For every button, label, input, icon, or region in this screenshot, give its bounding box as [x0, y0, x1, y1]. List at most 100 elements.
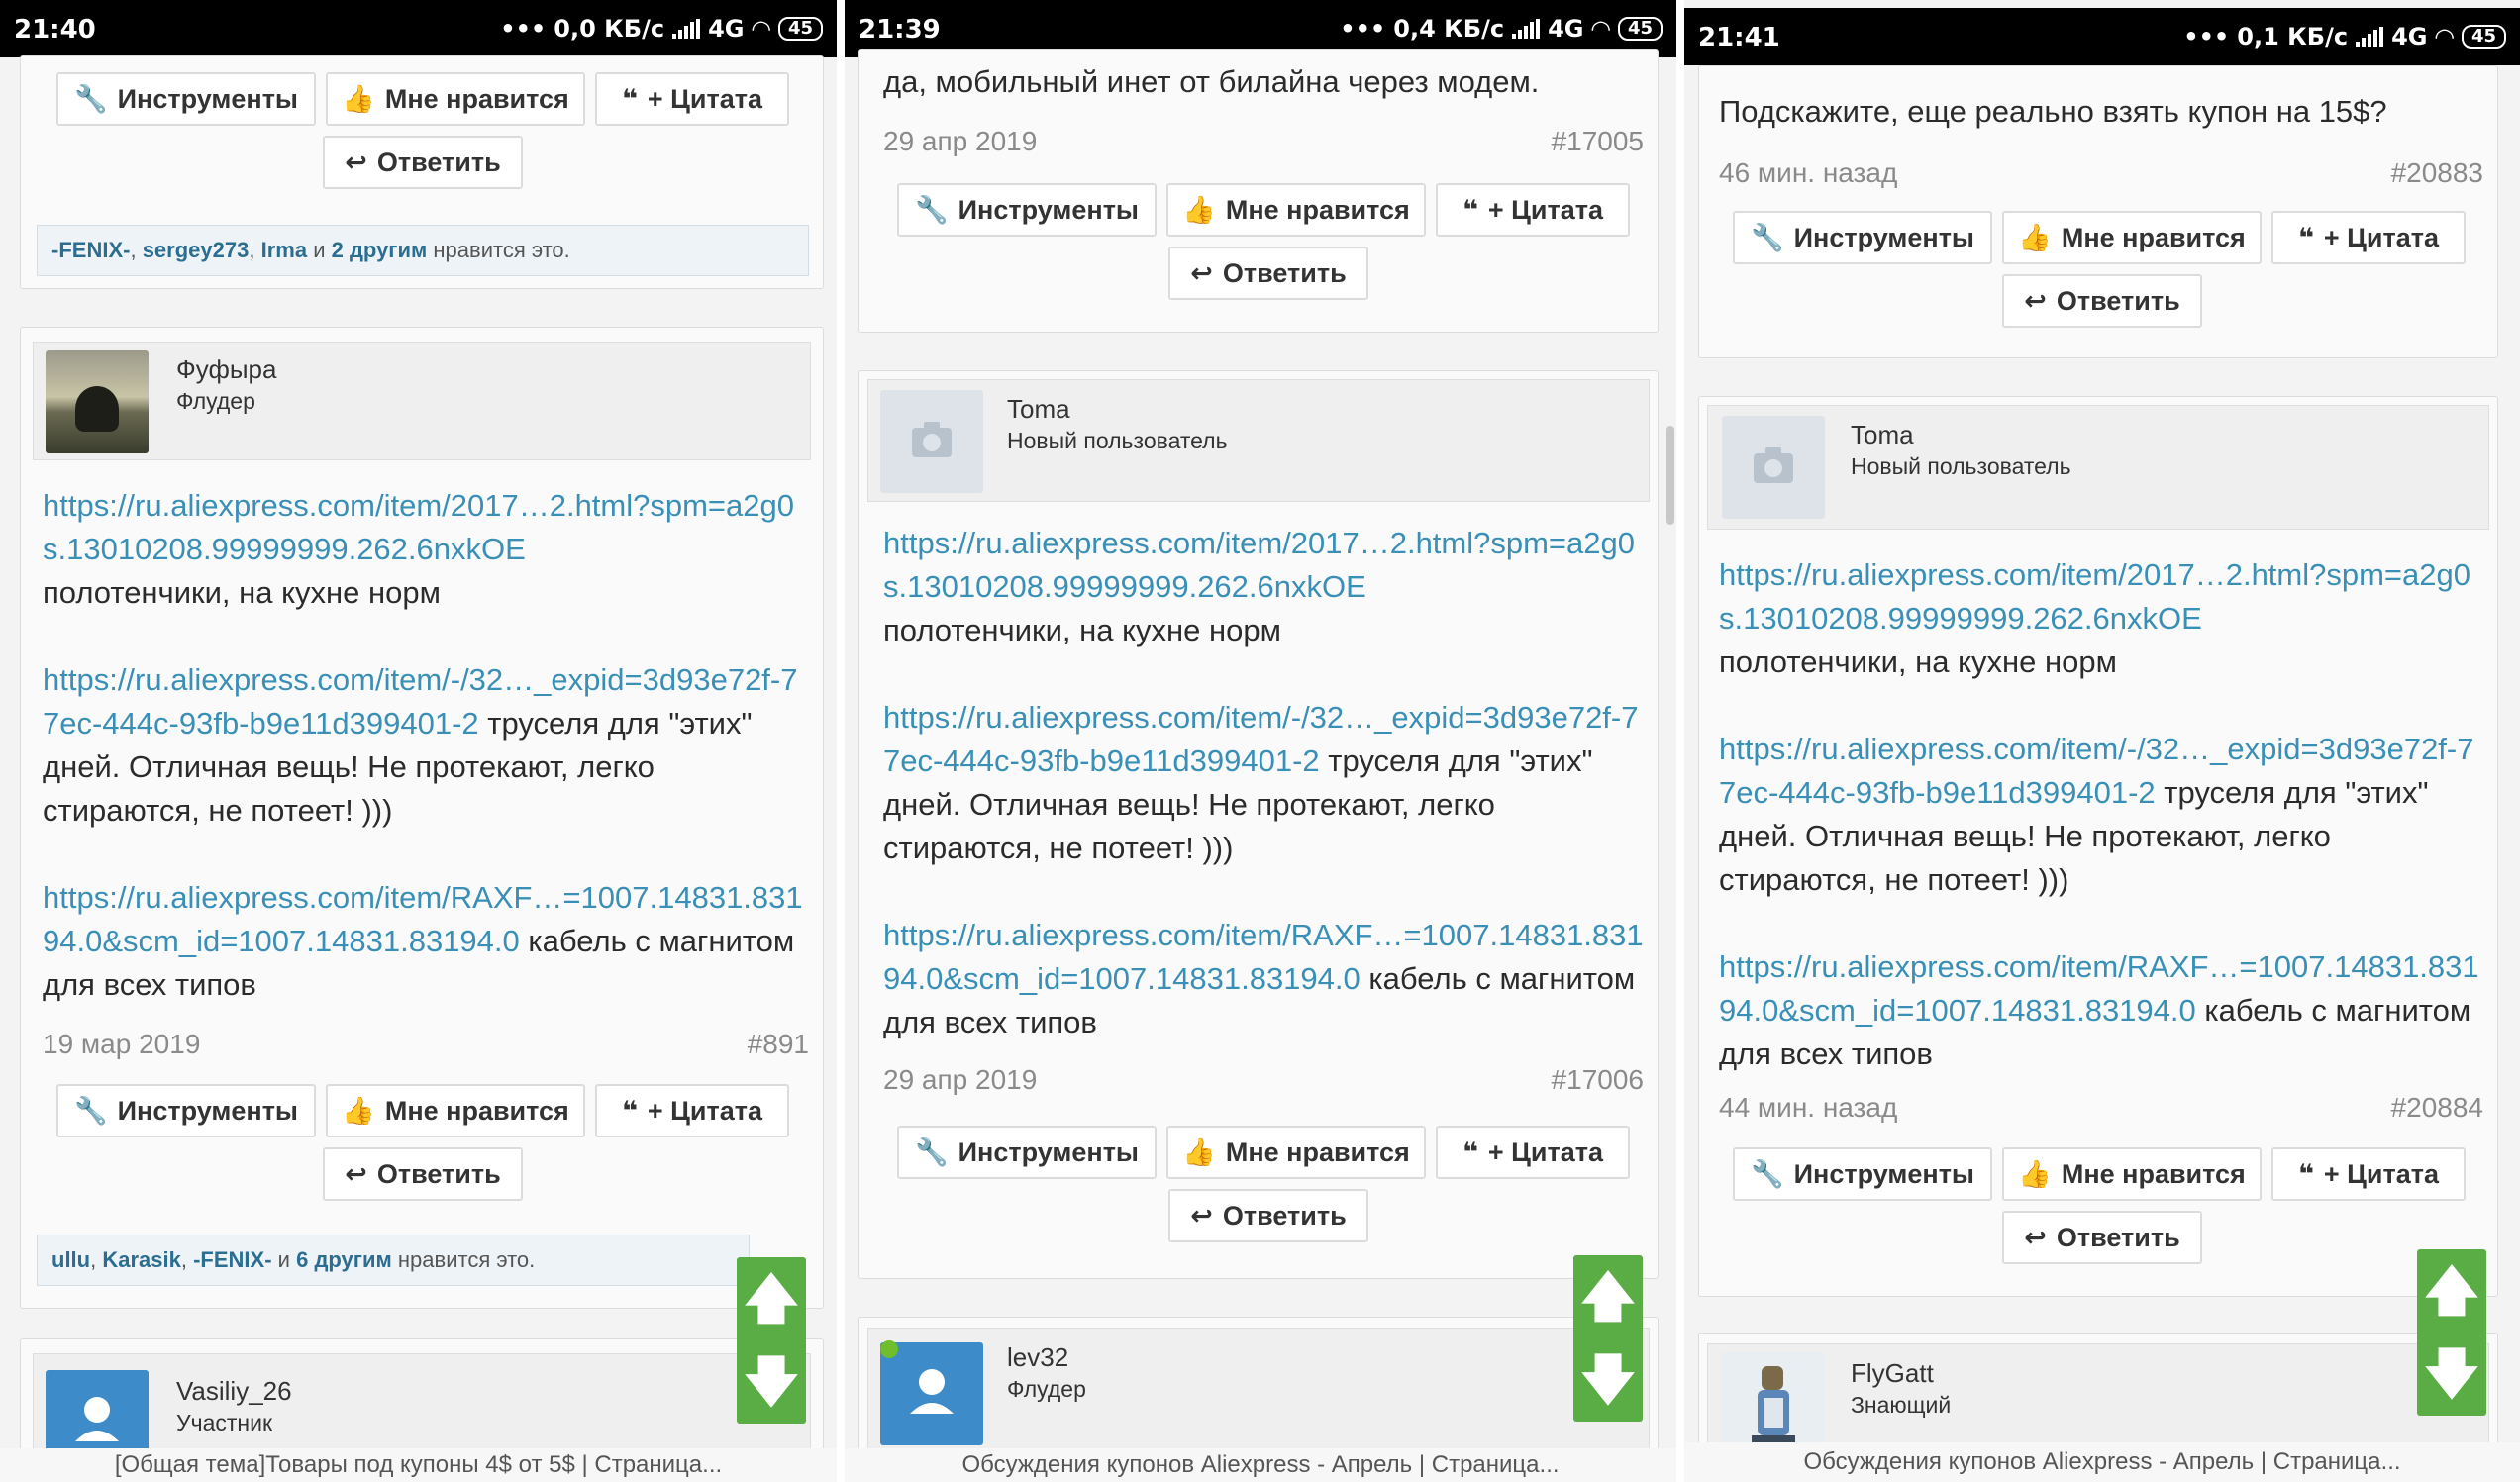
thumbs-up-icon: 👍 [342, 1096, 375, 1126]
liker-link[interactable]: -FENIX- [193, 1247, 271, 1273]
post-date: 29 апр 2019 [883, 126, 1038, 156]
post-number[interactable]: #891 [748, 1029, 809, 1060]
like-button[interactable]: 👍 Мне нравится [1166, 183, 1426, 237]
arrow-down-icon[interactable]: 🡇 [1573, 1338, 1643, 1422]
avatar[interactable] [1722, 416, 1825, 519]
user-silhouette-icon [910, 1369, 954, 1414]
network-speed: 0,0 КБ/с [554, 15, 665, 43]
author-title: Флудер [1007, 1376, 1086, 1402]
like-button[interactable]: 👍 Мне нравится [1166, 1126, 1426, 1179]
post-date: 44 мин. назад [1719, 1092, 1898, 1123]
more-dots-icon: ••• [500, 15, 547, 43]
author-title: Новый пользователь [1851, 453, 2071, 479]
status-icons: ••• 0,0 КБ/с 4G ◠ 45 [500, 15, 823, 43]
liker-link[interactable]: ullu [51, 1247, 90, 1273]
post-author-block: Фуфыра Флудер [33, 342, 811, 460]
avatar[interactable] [1722, 1352, 1825, 1455]
quote-button[interactable]: ❝ + Цитата [595, 72, 789, 126]
panel-divider [837, 0, 845, 1482]
tools-button[interactable]: 🔧 Инструменты [56, 72, 316, 126]
scroll-arrows: 🡅 🡇 [2417, 1249, 2486, 1416]
like-button[interactable]: 👍 Мне нравится [326, 72, 585, 126]
post-date: 19 мар 2019 [43, 1029, 201, 1059]
author-title: Флудер [176, 388, 255, 414]
arrow-up-icon[interactable]: 🡅 [1573, 1255, 1643, 1338]
status-time: 21:39 [858, 15, 941, 45]
post-link[interactable]: https://ru.aliexpress.com/item/2017…2.ht… [883, 526, 1635, 604]
reply-button[interactable]: ↩ Ответить [323, 136, 523, 189]
liker-link[interactable]: Irma [261, 238, 307, 263]
status-time: 21:40 [14, 15, 96, 45]
post-number[interactable]: #20883 [2391, 157, 2483, 189]
quote-icon: ❝ [1462, 1136, 1478, 1167]
avatar[interactable] [880, 390, 983, 493]
avatar[interactable] [46, 350, 149, 453]
post-author-block: Toma Новый пользователь [867, 379, 1650, 502]
like-button[interactable]: 👍 Мне нравится [2002, 211, 2262, 264]
liker-link[interactable]: sergey273 [143, 238, 250, 263]
post-number[interactable]: #20884 [2391, 1092, 2483, 1124]
quote-button[interactable]: ❝ + Цитата [595, 1084, 789, 1137]
post-body: https://ru.aliexpress.com/item/2017…2.ht… [43, 488, 803, 1002]
tools-button[interactable]: 🔧 Инструменты [897, 1126, 1157, 1179]
likers-others-link[interactable]: 6 другим [296, 1247, 392, 1273]
quote-button[interactable]: ❝ + Цитата [2271, 1147, 2466, 1201]
quote-icon: ❝ [622, 83, 638, 114]
quote-button[interactable]: ❝ + Цитата [1436, 1126, 1630, 1179]
reply-button[interactable]: ↩ Ответить [323, 1147, 523, 1201]
like-button[interactable]: 👍 Мне нравится [326, 1084, 585, 1137]
scroll-arrows: 🡅 🡇 [737, 1257, 806, 1424]
page-title-footer: Обсуждения купонов Aliexpress - Апрель |… [1684, 1442, 2520, 1482]
quote-button[interactable]: ❝ + Цитата [1436, 183, 1630, 237]
post-date: 46 мин. назад [1719, 157, 1898, 188]
quote-icon: ❝ [622, 1095, 638, 1126]
reply-icon: ↩ [1190, 1200, 1213, 1231]
post-card-previous: да, мобильный инет от билайна через моде… [858, 49, 1659, 333]
wrench-icon: 🔧 [1751, 1159, 1784, 1189]
author-name[interactable]: Toma [1851, 420, 1914, 450]
post-number[interactable]: #17005 [1552, 126, 1644, 157]
likers-others-link[interactable]: 2 другим [332, 238, 428, 263]
post-body: Подскажите, еще реально взять купон на 1… [1719, 94, 2387, 129]
quote-button[interactable]: ❝ + Цитата [2271, 211, 2466, 264]
author-name[interactable]: Vasiliy_26 [176, 1376, 292, 1407]
arrow-down-icon[interactable]: 🡇 [737, 1340, 806, 1424]
liker-link[interactable]: Karasik [102, 1247, 181, 1273]
thumbs-up-icon: 👍 [342, 84, 375, 114]
thumbs-up-icon: 👍 [2018, 1159, 2052, 1189]
battery-icon: 45 [1617, 17, 1663, 41]
likes-bar: ullu, Karasik, -FENIX- и 6 другим нравит… [37, 1235, 750, 1286]
wifi-icon: ◠ [2435, 23, 2454, 50]
post-link[interactable]: https://ru.aliexpress.com/item/2017…2.ht… [1719, 557, 2470, 636]
screenshot-panel-1: 21:40 ••• 0,0 КБ/с 4G ◠ 45 🔧 Инструменты … [0, 0, 837, 1482]
like-button[interactable]: 👍 Мне нравится [2002, 1147, 2262, 1201]
avatar[interactable] [880, 1342, 983, 1445]
post-link[interactable]: https://ru.aliexpress.com/item/2017…2.ht… [43, 488, 794, 566]
tools-button[interactable]: 🔧 Инструменты [56, 1084, 316, 1137]
author-name[interactable]: Toma [1007, 394, 1070, 425]
wrench-icon: 🔧 [74, 1096, 108, 1126]
tools-button[interactable]: 🔧 Инструменты [1733, 211, 1992, 264]
arrow-up-icon[interactable]: 🡅 [737, 1257, 806, 1340]
reply-button[interactable]: ↩ Ответить [2002, 274, 2202, 328]
reply-button[interactable]: ↩ Ответить [1168, 1189, 1368, 1242]
tools-button[interactable]: 🔧 Инструменты [1733, 1147, 1992, 1201]
author-name[interactable]: Фуфыра [176, 354, 276, 385]
more-dots-icon: ••• [1340, 15, 1386, 43]
tools-button[interactable]: 🔧 Инструменты [897, 183, 1157, 237]
post-body: https://ru.aliexpress.com/item/2017…2.ht… [1719, 557, 2479, 1071]
network-speed: 0,1 КБ/с [2237, 23, 2349, 50]
author-name[interactable]: lev32 [1007, 1342, 1068, 1373]
arrow-down-icon[interactable]: 🡇 [2417, 1333, 2486, 1416]
character-avatar-image [1752, 1366, 1795, 1451]
reply-icon: ↩ [345, 147, 367, 177]
reply-button[interactable]: ↩ Ответить [2002, 1211, 2202, 1264]
reply-button[interactable]: ↩ Ответить [1168, 247, 1368, 300]
author-name[interactable]: FlyGatt [1851, 1358, 1934, 1389]
scrollbar-thumb[interactable] [1666, 426, 1674, 525]
post-card: Фуфыра Флудер https://ru.aliexpress.com/… [20, 327, 824, 1309]
arrow-up-icon[interactable]: 🡅 [2417, 1249, 2486, 1333]
liker-link[interactable]: -FENIX- [51, 238, 130, 263]
quote-icon: ❝ [2298, 1158, 2314, 1189]
post-number[interactable]: #17006 [1552, 1064, 1644, 1096]
